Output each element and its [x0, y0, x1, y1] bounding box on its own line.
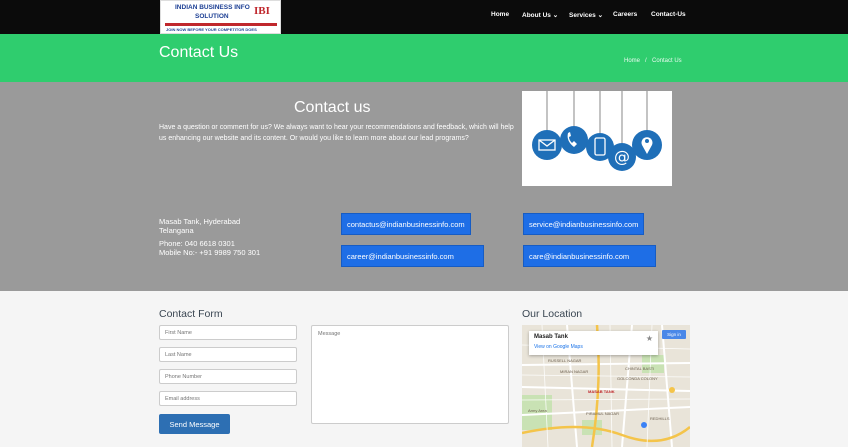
location-pin-icon — [632, 130, 662, 160]
nav-services-label: Services — [569, 12, 596, 19]
address-line2: Telangana — [159, 226, 194, 235]
email-contactus-button[interactable]: contactus@indianbusinessinfo.com — [341, 213, 471, 235]
nav-services[interactable]: Services ⌄ — [569, 11, 603, 19]
breadcrumb-home[interactable]: Home — [624, 58, 640, 64]
nav-careers[interactable]: Careers — [613, 11, 637, 18]
nav-home[interactable]: Home — [491, 11, 509, 18]
chevron-down-icon: ⌄ — [552, 12, 559, 19]
at-icon: @ — [608, 143, 636, 171]
contact-icons-illustration: @ — [522, 91, 672, 186]
chevron-down-icon: ⌄ — [597, 12, 604, 19]
map-label: PIRAMUL NAGAR — [586, 411, 619, 416]
star-icon[interactable]: ★ — [646, 334, 653, 343]
email-input[interactable] — [159, 391, 297, 406]
address-line1: Masab Tank, Hyderabad — [159, 217, 241, 226]
email-career-button[interactable]: career@indianbusinessinfo.com — [341, 245, 484, 267]
map-label: GOLCONDA COLONY — [617, 376, 658, 381]
map-label: REDHILLS — [650, 416, 670, 421]
svg-text:@: @ — [614, 147, 630, 166]
page-title: Contact Us — [159, 44, 239, 61]
logo-bar — [165, 23, 277, 26]
top-navbar — [0, 0, 848, 34]
phone-input[interactable] — [159, 369, 297, 384]
map-label: MASAB TANK — [588, 389, 615, 394]
breadcrumb-separator: / — [645, 58, 647, 64]
breadcrumb-current: Contact Us — [652, 58, 682, 64]
logo-line2: SOLUTION — [195, 13, 229, 20]
phone-icon — [560, 126, 588, 154]
map-place-card: Masab Tank View on Google Maps ★ — [529, 331, 658, 355]
contact-intro: Have a question or comment for us? We al… — [159, 124, 514, 142]
contact-heading: Contact us — [294, 99, 371, 116]
page-title-bar — [0, 34, 848, 82]
view-on-google-maps-link[interactable]: View on Google Maps — [534, 344, 583, 350]
email-icon — [532, 130, 562, 160]
site-logo[interactable]: INDIAN BUSINESS INFO SOLUTION IBI JOIN N… — [160, 0, 281, 34]
nav-contact[interactable]: Contact-Us — [651, 11, 686, 18]
nav-about[interactable]: About Us ⌄ — [522, 11, 558, 19]
logo-tagline: JOIN NOW BEFORE YOUR COMPETITOR DOES — [166, 27, 257, 32]
mobile-text: Mobile No:- +91 9989 750 301 — [159, 248, 261, 257]
map-label: CHINTAL BASTI — [625, 366, 655, 371]
logo-mark: IBI — [254, 5, 270, 17]
message-textarea[interactable] — [311, 325, 509, 424]
nav-about-label: About Us — [522, 12, 551, 19]
map-label: RUSSELL NAGAR — [548, 358, 582, 363]
logo-line1: INDIAN BUSINESS INFO — [175, 4, 250, 11]
first-name-input[interactable] — [159, 325, 297, 340]
phone-text: Phone: 040 6618 0301 — [159, 239, 235, 248]
hanging-icons-graphic: @ — [532, 91, 662, 171]
last-name-input[interactable] — [159, 347, 297, 362]
email-care-button[interactable]: care@indianbusinessinfo.com — [523, 245, 656, 267]
map-label: Army Area — [528, 408, 547, 413]
email-service-button[interactable]: service@indianbusinessinfo.com — [523, 213, 645, 235]
location-heading: Our Location — [522, 308, 583, 320]
send-message-button[interactable]: Send Message — [159, 414, 230, 434]
map-sign-in-button[interactable]: Sign in — [662, 330, 686, 339]
contact-form-heading: Contact Form — [159, 308, 223, 320]
map-place-name: Masab Tank — [534, 334, 568, 340]
map-label: MIRAN NAGAR — [560, 369, 589, 374]
